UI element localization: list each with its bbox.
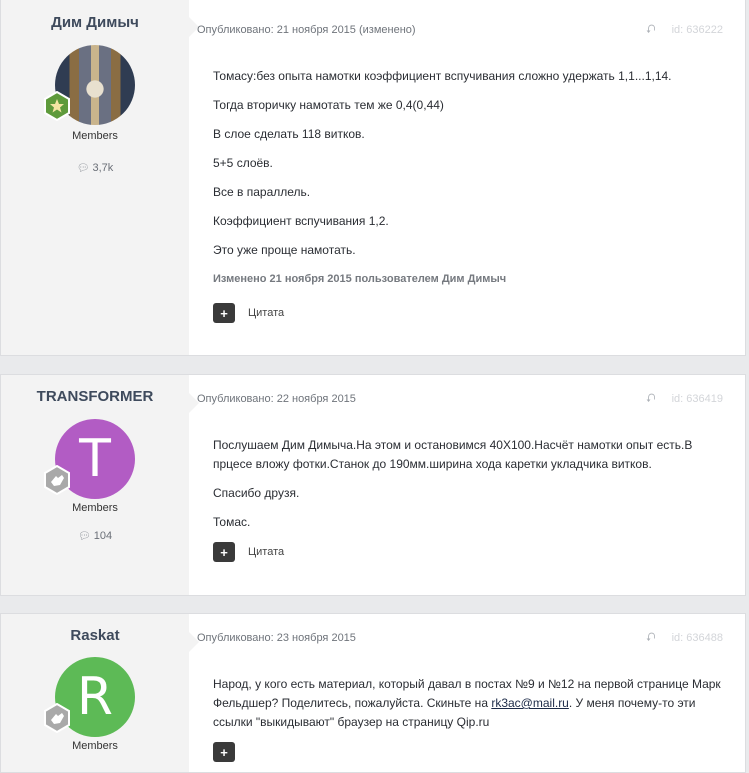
- post-1: Дим Димыч Members 💬︎ 3,7k Опубликовано: …: [0, 0, 746, 356]
- paragraph: Томасу:без опыта намотки коэффициент всп…: [213, 69, 672, 83]
- post-meta: Опубликовано: 22 ноября 2015 ⮏ id: 63641…: [197, 384, 723, 414]
- post-body: Послушаем Дим Димыча.На этом и остановим…: [197, 436, 723, 532]
- paragraph: Тогда вторичку намотать тем же 0,4(0,44): [213, 98, 444, 112]
- quote-label[interactable]: Цитата: [248, 546, 284, 558]
- author-name[interactable]: Дим Димыч: [1, 14, 189, 31]
- post-body: Народ, у кого есть материал, который дав…: [197, 675, 723, 732]
- avatar-letter: T: [79, 429, 111, 489]
- quote-label[interactable]: Цитата: [248, 307, 284, 319]
- plus-icon: +: [220, 305, 228, 321]
- post-body: Томасу:без опыта намотки коэффициент всп…: [197, 67, 723, 289]
- post-meta: Опубликовано: 23 ноября 2015 ⮏ id: 63648…: [197, 623, 723, 653]
- member-group: Members: [72, 130, 118, 142]
- post-count-value: 3,7k: [92, 162, 114, 174]
- post-count-value: 104: [93, 530, 113, 542]
- paragraph: Томас.: [213, 515, 251, 529]
- avatar-wrap: [44, 45, 135, 125]
- star-badge-icon: [42, 91, 72, 121]
- paragraph: Это уже проще намотать.: [213, 243, 356, 257]
- paragraph: В слое сделать 118 витков.: [213, 127, 365, 141]
- paragraph: Коэффициент вспучивания 1,2.: [213, 214, 389, 228]
- post-actions: +: [197, 742, 723, 762]
- email-link[interactable]: rk3ac@mail.ru: [491, 696, 569, 710]
- comment-bubble-icon: 💬︎: [77, 531, 91, 542]
- post-2: TRANSFORMER T Members 💬︎ 104 Опубликован…: [0, 374, 746, 596]
- author-panel: Дим Димыч Members 💬︎ 3,7k: [1, 0, 199, 355]
- author-panel: TRANSFORMER T Members 💬︎ 104: [1, 375, 199, 595]
- hand-badge-icon: [42, 703, 72, 733]
- post-actions: + Цитата: [197, 303, 723, 323]
- paragraph: Народ, у кого есть материал, который дав…: [213, 675, 723, 732]
- post-content: Опубликовано: 22 ноября 2015 ⮏ id: 63641…: [189, 375, 745, 595]
- share-icon[interactable]: ⮏: [646, 20, 656, 41]
- post-meta: Опубликовано: 21 ноября 2015 (изменено) …: [197, 16, 723, 44]
- quote-button[interactable]: +: [213, 742, 235, 762]
- plus-icon: +: [220, 744, 228, 760]
- author-panel: Raskat R Members: [1, 614, 199, 772]
- share-icon[interactable]: ⮏: [646, 389, 656, 410]
- post-3: Raskat R Members Опубликовано: 23 ноября…: [0, 613, 746, 773]
- post-content: Опубликовано: 23 ноября 2015 ⮏ id: 63648…: [189, 614, 745, 772]
- published-date: Опубликовано: 21 ноября 2015 (изменено): [197, 24, 416, 36]
- paragraph: Все в параллель.: [213, 185, 311, 199]
- quote-button[interactable]: +: [213, 303, 235, 323]
- comment-bubble-icon: 💬︎: [76, 163, 90, 174]
- share-icon[interactable]: ⮏: [646, 628, 656, 649]
- paragraph: Спасибо друзя.: [213, 486, 300, 500]
- avatar-letter: R: [76, 667, 114, 727]
- member-group: Members: [72, 502, 118, 514]
- avatar-wrap: T: [44, 419, 135, 499]
- hand-badge-icon: [42, 465, 72, 495]
- post-count: 💬︎ 104: [1, 530, 189, 542]
- post-actions: + Цитата: [197, 542, 723, 562]
- published-date: Опубликовано: 22 ноября 2015: [197, 393, 356, 405]
- author-name[interactable]: TRANSFORMER: [1, 388, 189, 405]
- post-id[interactable]: id: 636419: [672, 393, 723, 405]
- post-id[interactable]: id: 636222: [672, 24, 723, 36]
- member-group: Members: [72, 740, 118, 752]
- post-count: 💬︎ 3,7k: [1, 162, 189, 174]
- quote-button[interactable]: +: [213, 542, 235, 562]
- published-date: Опубликовано: 23 ноября 2015: [197, 632, 356, 644]
- post-content: Опубликовано: 21 ноября 2015 (изменено) …: [189, 0, 745, 355]
- paragraph: Послушаем Дим Димыча.На этом и остановим…: [213, 438, 693, 471]
- plus-icon: +: [220, 544, 228, 560]
- post-id[interactable]: id: 636488: [672, 632, 723, 644]
- paragraph: 5+5 слоёв.: [213, 156, 273, 170]
- edited-note: Изменено 21 ноября 2015 пользователем Ди…: [213, 273, 507, 285]
- author-name[interactable]: Raskat: [1, 627, 189, 644]
- avatar-wrap: R: [44, 657, 135, 737]
